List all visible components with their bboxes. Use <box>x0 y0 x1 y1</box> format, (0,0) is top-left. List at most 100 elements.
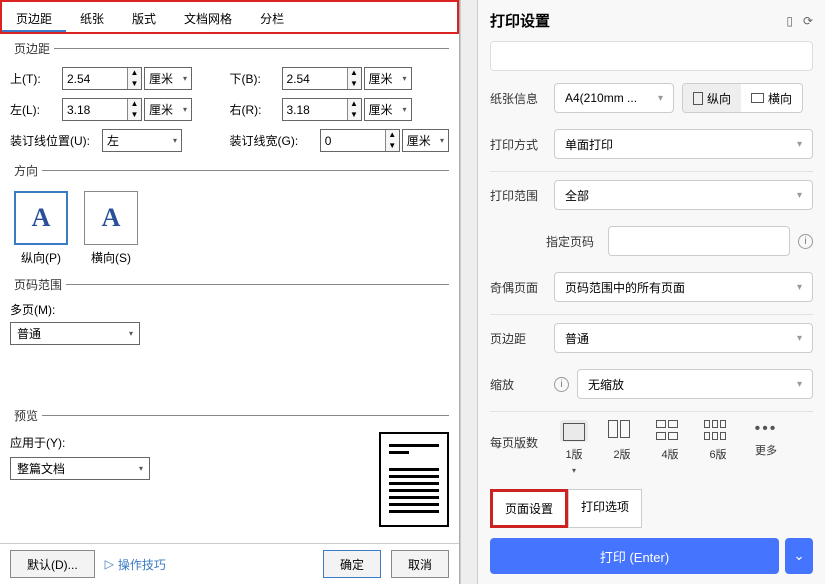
left-label: 左(L): <box>10 101 62 118</box>
document-gutter <box>460 0 478 584</box>
paper-size-select[interactable]: A4(210mm ... <box>554 83 674 113</box>
top-up[interactable]: ▲ <box>128 68 141 79</box>
page-range-section: 页码范围 多页(M): <box>10 276 449 318</box>
orientation-landscape[interactable]: A 横向(S) <box>84 191 138 266</box>
help-icon[interactable]: ⟳ <box>803 14 813 28</box>
top-input[interactable] <box>63 68 127 89</box>
top-down[interactable]: ▼ <box>128 79 141 90</box>
left-input[interactable] <box>63 99 127 120</box>
gw-up[interactable]: ▲ <box>386 130 399 141</box>
apply-to-label: 应用于(Y): <box>10 434 210 451</box>
tab-grid[interactable]: 文档网格 <box>170 2 246 32</box>
margins-section: 页边距 上(T): ▲▼ 厘米 下(B): ▲▼ 厘米 左(L): <box>10 40 449 156</box>
right-margin-select[interactable]: 普通 <box>554 323 813 353</box>
top-unit-select[interactable]: 厘米 <box>144 67 192 90</box>
gutter-pos-select[interactable]: 左 <box>102 129 182 152</box>
print-range-select[interactable]: 全部 <box>554 180 813 210</box>
preview-thumbnail <box>379 432 449 527</box>
gw-down[interactable]: ▼ <box>386 141 399 152</box>
preview-legend: 预览 <box>10 407 42 424</box>
printer-select[interactable] <box>490 41 813 71</box>
left-spinner[interactable]: ▲▼ <box>62 98 142 121</box>
apply-to-select[interactable]: 整篇文档 <box>10 457 150 480</box>
left-down[interactable]: ▼ <box>128 110 141 121</box>
nup-6[interactable]: 6版 <box>698 420 738 462</box>
orientation-legend: 方向 <box>10 162 42 179</box>
ok-button[interactable]: 确定 <box>323 550 381 578</box>
bottom-down[interactable]: ▼ <box>348 79 361 90</box>
cancel-button[interactable]: 取消 <box>391 550 449 578</box>
print-settings-title: 打印设置 <box>490 10 550 31</box>
nup-1[interactable]: 1版 <box>554 420 594 475</box>
top-label: 上(T): <box>10 70 62 87</box>
landscape-rect-icon <box>751 93 764 103</box>
page-range-legend: 页码范围 <box>10 276 66 293</box>
top-spinner[interactable]: ▲▼ <box>62 67 142 90</box>
multi-page-select[interactable]: 普通 <box>10 322 140 345</box>
more-icon: ••• <box>755 420 778 438</box>
scale-label: 缩放 <box>490 376 546 393</box>
print-method-label: 打印方式 <box>490 136 546 153</box>
gutter-pos-label: 装订线位置(U): <box>10 132 102 149</box>
landscape-icon: A <box>102 203 121 233</box>
orientation-section: 方向 A 纵向(P) A 横向(S) <box>10 162 449 270</box>
portrait-icon: A <box>32 203 51 233</box>
default-button[interactable]: 默认(D)... <box>10 550 95 578</box>
page-setup-dialog: 页边距 纸张 版式 文档网格 分栏 页边距 上(T): ▲▼ 厘米 下(B): … <box>0 0 460 584</box>
toggle-landscape[interactable]: 横向 <box>741 84 802 112</box>
panel-icon[interactable]: ▯ <box>786 14 793 28</box>
right-margin-label: 页边距 <box>490 330 546 347</box>
print-method-select[interactable]: 单面打印 <box>554 129 813 159</box>
bottom-up[interactable]: ▲ <box>348 68 361 79</box>
gutter-width-input[interactable] <box>321 130 385 151</box>
tips-link[interactable]: ▷ 操作技巧 <box>105 556 166 573</box>
scale-info-icon[interactable]: i <box>554 377 569 392</box>
right-spinner[interactable]: ▲▼ <box>282 98 362 121</box>
tab-print-options[interactable]: 打印选项 <box>568 489 642 528</box>
right-input[interactable] <box>283 99 347 120</box>
nup-2[interactable]: 2版 <box>602 420 642 462</box>
options-tabs: 页面设置 打印选项 <box>490 489 813 528</box>
right-label: 右(R): <box>230 101 282 118</box>
portrait-rect-icon <box>693 92 703 105</box>
gutter-width-unit-select[interactable]: 厘米 <box>402 129 449 152</box>
right-unit-select[interactable]: 厘米 <box>364 98 412 121</box>
toggle-portrait[interactable]: 纵向 <box>683 84 741 112</box>
bottom-input[interactable] <box>283 68 347 89</box>
play-icon: ▷ <box>105 557 114 571</box>
print-dropdown[interactable]: ⌄ <box>785 538 813 574</box>
parity-select[interactable]: 页码范围中的所有页面 <box>554 272 813 302</box>
print-range-label: 打印范围 <box>490 187 546 204</box>
paper-info-label: 纸张信息 <box>490 90 546 107</box>
scale-select[interactable]: 无缩放 <box>577 369 813 399</box>
print-settings-panel: 打印设置 ▯ ⟳ 纸张信息 A4(210mm ... 纵向 横向 打印方式 单面… <box>478 0 825 584</box>
multi-page-label: 多页(M): <box>10 303 55 317</box>
left-up[interactable]: ▲ <box>128 99 141 110</box>
left-unit-select[interactable]: 厘米 <box>144 98 192 121</box>
chevron-down-icon: ⌄ <box>793 548 804 564</box>
gutter-width-spinner[interactable]: ▲▼ <box>320 129 400 152</box>
bottom-unit-select[interactable]: 厘米 <box>364 67 412 90</box>
specify-pages-input[interactable] <box>608 226 790 256</box>
tab-columns[interactable]: 分栏 <box>246 2 298 32</box>
dialog-button-bar: 默认(D)... ▷ 操作技巧 确定 取消 <box>0 543 459 584</box>
print-button[interactable]: 打印 (Enter) <box>490 538 779 574</box>
pages-info-icon[interactable]: i <box>798 234 813 249</box>
preview-section: 预览 <box>10 407 449 428</box>
nup-4[interactable]: 4版 <box>650 420 690 462</box>
margins-legend: 页边距 <box>10 40 54 57</box>
tab-layout[interactable]: 版式 <box>118 2 170 32</box>
specify-pages-label: 指定页码 <box>546 233 600 250</box>
orientation-portrait[interactable]: A 纵向(P) <box>14 191 68 266</box>
tab-paper[interactable]: 纸张 <box>66 2 118 32</box>
right-up[interactable]: ▲ <box>348 99 361 110</box>
tab-page-setup[interactable]: 页面设置 <box>490 489 568 528</box>
nup-more[interactable]: •••更多 <box>746 420 786 458</box>
bottom-label: 下(B): <box>230 70 282 87</box>
orientation-toggle: 纵向 横向 <box>682 83 803 113</box>
tab-margin[interactable]: 页边距 <box>2 2 66 32</box>
parity-label: 奇偶页面 <box>490 279 546 296</box>
right-down[interactable]: ▼ <box>348 110 361 121</box>
bottom-spinner[interactable]: ▲▼ <box>282 67 362 90</box>
gutter-width-label: 装订线宽(G): <box>230 132 320 149</box>
